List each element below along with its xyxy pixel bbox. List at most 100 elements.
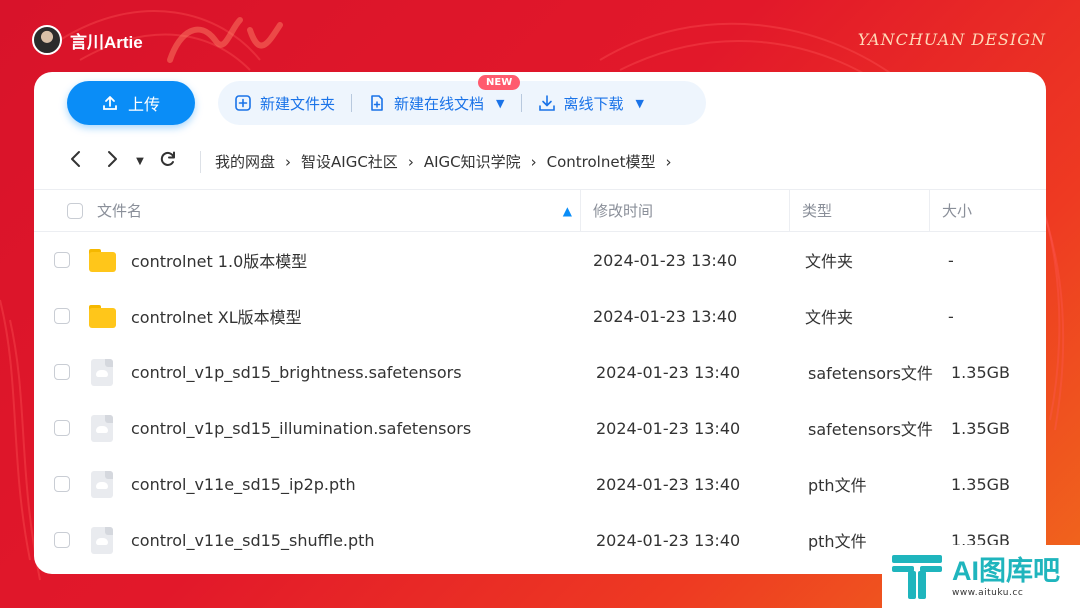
modified-time: 2024-01-23 13:40 (593, 250, 738, 270)
file-type: safetensors文件 (808, 420, 933, 439)
new-folder-button[interactable]: 新建文件夹 (234, 93, 335, 114)
file-size: 1.35GB (951, 362, 1010, 382)
back-arrow-icon[interactable] (58, 150, 94, 173)
tool-group: 新建文件夹 新建在线文档 ▼ NEW 离线下载 ▼ (218, 74, 706, 125)
file-name-cell: control_v11e_sd15_ip2p.pth (34, 470, 581, 498)
file-name[interactable]: control_v1p_sd15_brightness.safetensors (131, 363, 462, 382)
row-checkbox[interactable] (54, 364, 70, 380)
row-checkbox[interactable] (54, 252, 70, 268)
file-name-cell: controlnet XL版本模型 (34, 302, 581, 330)
table-row[interactable]: controlnet 1.0版本模型 2024-01-23 13:40 文件夹 … (34, 232, 1046, 288)
column-size-label: 大小 (942, 202, 973, 220)
file-icon (88, 470, 116, 498)
author-name: 言川Artie (70, 32, 143, 52)
file-type: 文件夹 (805, 308, 854, 327)
row-checkbox[interactable] (54, 308, 70, 324)
logo-url: www.aituku.cc (952, 587, 1024, 598)
divider (520, 94, 522, 112)
column-type-label: 类型 (802, 202, 833, 220)
file-table: 文件名 ▲ 修改时间 类型 大小 controlnet 1.0版本模型 2024… (34, 190, 1046, 568)
row-checkbox[interactable] (54, 532, 70, 548)
navigation-bar: ▼ 我的网盘 › 智设AIGC社区 › AIGC知识学院 › Controlne… (34, 134, 1046, 190)
chevron-down-icon: ▼ (496, 96, 505, 110)
new-folder-icon (235, 95, 251, 111)
divider (351, 94, 353, 112)
column-name-label: 文件名 (97, 202, 143, 220)
table-header: 文件名 ▲ 修改时间 类型 大小 (34, 190, 1046, 232)
table-row[interactable]: control_v1p_sd15_illumination.safetensor… (34, 400, 1046, 456)
file-size: 1.35GB (951, 474, 1010, 494)
file-icon (88, 358, 116, 386)
breadcrumb: 我的网盘 › 智设AIGC社区 › AIGC知识学院 › Controlnet模… (215, 151, 681, 172)
file-name-cell: control_v1p_sd15_illumination.safetensor… (34, 414, 581, 442)
column-size[interactable]: 大小 (930, 190, 1030, 231)
forward-arrow-icon[interactable] (94, 150, 130, 173)
design-label: YANCHUAN DESIGN (857, 30, 1046, 49)
download-icon (538, 95, 555, 111)
folder-icon (88, 302, 116, 330)
breadcrumb-item[interactable]: AIGC知识学院 (424, 151, 521, 172)
breadcrumb-item[interactable]: 我的网盘 (215, 151, 275, 172)
sort-up-icon[interactable]: ▲ (563, 204, 572, 218)
file-name[interactable]: control_v11e_sd15_shuffle.pth (131, 531, 375, 550)
new-badge: NEW (478, 74, 521, 90)
column-modified-label: 修改时间 (593, 202, 654, 220)
author-brand: 言川Artie (32, 24, 143, 56)
modified-time: 2024-01-23 13:40 (596, 418, 741, 438)
file-name-cell: control_v1p_sd15_brightness.safetensors (34, 358, 581, 386)
new-online-doc-label: 新建在线文档 (394, 94, 485, 113)
new-folder-label: 新建文件夹 (260, 94, 336, 113)
file-size: 1.35GB (951, 418, 1010, 438)
file-type: safetensors文件 (808, 364, 933, 383)
modified-time: 2024-01-23 13:40 (596, 474, 741, 494)
file-type: pth文件 (808, 476, 867, 495)
upload-button[interactable]: 上传 (67, 81, 195, 125)
modified-time: 2024-01-23 13:40 (596, 530, 741, 550)
new-doc-icon (371, 95, 383, 111)
aituku-logo-mark-icon (892, 554, 942, 599)
table-row[interactable]: control_v1p_sd15_brightness.safetensors … (34, 344, 1046, 400)
table-row[interactable]: controlnet XL版本模型 2024-01-23 13:40 文件夹 - (34, 288, 1046, 344)
offline-download-label: 离线下载 (563, 94, 624, 113)
breadcrumb-separator-icon: › (407, 152, 414, 171)
column-type[interactable]: 类型 (790, 190, 930, 231)
breadcrumb-item[interactable]: 智设AIGC社区 (301, 151, 398, 172)
divider (200, 150, 201, 173)
breadcrumb-separator-icon: › (530, 152, 537, 171)
select-all-checkbox[interactable] (67, 202, 83, 219)
file-icon (88, 526, 116, 554)
folder-icon (88, 246, 116, 274)
row-checkbox[interactable] (54, 420, 70, 436)
table-row[interactable]: control_v11e_sd15_ip2p.pth 2024-01-23 13… (34, 456, 1046, 512)
modified-time: 2024-01-23 13:40 (596, 362, 741, 382)
toolbar: 上传 新建文件夹 新建在线文档 ▼ NEW 离线下载 ▼ (34, 72, 1046, 134)
file-size: - (948, 250, 954, 270)
file-name-cell: controlnet 1.0版本模型 (34, 246, 581, 274)
file-manager-panel: 上传 新建文件夹 新建在线文档 ▼ NEW 离线下载 ▼ ▼ 我的网盘 › 智设… (34, 72, 1046, 574)
file-type: 文件夹 (805, 252, 854, 271)
aituku-logo: AI图库吧 www.aituku.cc (882, 545, 1080, 608)
column-modified[interactable]: 修改时间 (581, 190, 790, 231)
modified-time: 2024-01-23 13:40 (593, 306, 738, 326)
column-name[interactable]: 文件名 ▲ (34, 190, 581, 231)
file-name[interactable]: control_v11e_sd15_ip2p.pth (131, 475, 356, 494)
row-checkbox[interactable] (54, 476, 70, 492)
refresh-icon[interactable] (150, 150, 186, 173)
new-online-doc-button[interactable]: 新建在线文档 ▼ NEW (368, 74, 521, 114)
breadcrumb-separator-icon: › (285, 152, 292, 171)
upload-icon (103, 96, 117, 110)
file-name[interactable]: controlnet 1.0版本模型 (131, 248, 307, 272)
file-name-cell: control_v11e_sd15_shuffle.pth (34, 526, 581, 554)
file-name[interactable]: control_v1p_sd15_illumination.safetensor… (131, 419, 471, 438)
chevron-down-icon: ▼ (635, 96, 644, 110)
breadcrumb-separator-icon: › (665, 152, 672, 171)
offline-download-button[interactable]: 离线下载 ▼ (538, 93, 644, 114)
history-dropdown-icon[interactable]: ▼ (130, 156, 150, 167)
breadcrumb-item-current[interactable]: Controlnet模型 (547, 151, 656, 172)
avatar (32, 25, 62, 55)
upload-label: 上传 (127, 95, 160, 114)
file-size: - (948, 306, 954, 326)
file-name[interactable]: controlnet XL版本模型 (131, 304, 302, 328)
logo-title: AI图库吧 (952, 555, 1060, 586)
file-icon (88, 414, 116, 442)
